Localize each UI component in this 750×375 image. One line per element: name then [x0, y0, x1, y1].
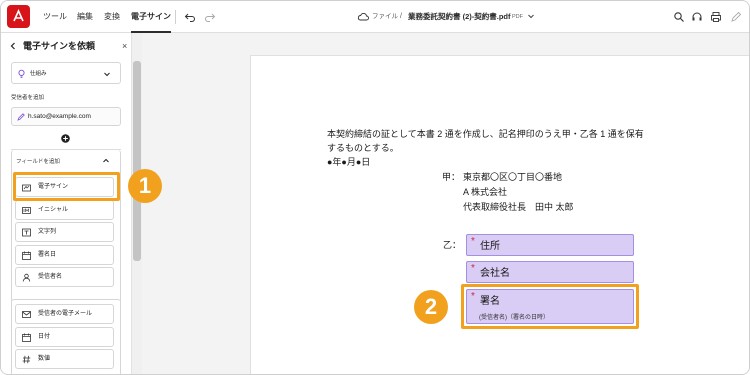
document-title[interactable]: 業務委託契約書 (2)-契約書.pdf [408, 1, 511, 33]
recipient-email: h.sato@example.com [28, 113, 91, 120]
field-sign-date[interactable]: 署名日 [15, 245, 114, 265]
field-recipient-email[interactable]: 受信者の電子メール [15, 304, 114, 324]
callout-badge-2: 2 [414, 290, 448, 324]
field-date[interactable]: 日付 [15, 327, 114, 347]
party-a-representative: 代表取締役社長 田中 太郎 [463, 202, 574, 212]
undo-icon[interactable] [184, 11, 196, 23]
menu-esign[interactable]: 電子サイン [131, 1, 171, 33]
lightbulb-icon [18, 69, 25, 78]
party-a-label: 甲： [442, 172, 461, 182]
cloud-icon [357, 13, 369, 21]
mail-icon [22, 311, 31, 318]
field-label: 住所 [480, 241, 500, 252]
tips-label: 仕組み [30, 71, 47, 77]
field-label: 数値 [38, 356, 51, 362]
calendar-icon [22, 251, 31, 260]
print-icon[interactable] [710, 11, 722, 23]
chevron-up-icon[interactable] [102, 157, 110, 165]
breadcrumb-separator: / [400, 13, 402, 20]
acrobat-logo-icon[interactable] [7, 5, 30, 28]
menu-convert[interactable]: 変換 [104, 1, 120, 33]
chevron-left-icon[interactable] [9, 42, 17, 50]
tips-dropdown[interactable]: 仕組み [11, 62, 121, 84]
field-label: イニシャル [38, 207, 69, 213]
required-mark: * [471, 263, 475, 274]
contract-text-line2: するものとする。 [327, 143, 399, 153]
field-label: 日付 [38, 334, 51, 340]
breadcrumb-files[interactable]: ファイル [372, 1, 398, 33]
search-icon[interactable] [673, 11, 685, 23]
initials-icon [22, 207, 31, 214]
recipients-label: 受信者を追加 [11, 95, 45, 101]
recipient-email-field[interactable]: h.sato@example.com [11, 107, 121, 126]
panel-title: 電子サインを依頼 [23, 41, 96, 51]
company-field[interactable]: * 会社名 [466, 261, 634, 283]
app-window: ツール 編集 変換 電子サイン ファイル / 業務委託契約書 (2)-契約書.p… [0, 0, 750, 375]
esign-panel: 電子サインを依頼 × 仕組み 受信者を追加 h.sato@example.com… [1, 33, 132, 374]
address-field[interactable]: * 住所 [466, 234, 634, 256]
text-field-icon [22, 228, 31, 237]
party-a-company: A 株式会社 [463, 187, 508, 197]
party-b-label: 乙： [443, 240, 462, 250]
hash-icon [22, 355, 31, 364]
chevron-down-icon[interactable] [527, 12, 535, 20]
callout-highlight-signature [461, 284, 639, 329]
field-label: 文字列 [38, 229, 57, 235]
add-recipient-icon[interactable] [61, 134, 70, 143]
field-label: 受信者の電子メール [38, 311, 93, 317]
party-a-address: 東京都〇区〇丁目〇番地 [463, 172, 563, 182]
field-label: 受信者名 [38, 274, 63, 280]
field-number[interactable]: 数値 [15, 349, 114, 369]
field-text[interactable]: 文字列 [15, 222, 114, 242]
required-mark: * [471, 236, 475, 247]
field-label: 会社名 [480, 268, 510, 279]
toolbar-divider [175, 10, 176, 24]
headset-icon[interactable] [691, 11, 703, 23]
pen-icon [17, 113, 25, 121]
pen-icon[interactable] [730, 11, 742, 23]
top-toolbar: ツール 編集 変換 電子サイン ファイル / 業務委託契約書 (2)-契約書.p… [1, 1, 749, 33]
callout-highlight-esign [13, 172, 120, 201]
menu-tools[interactable]: ツール [43, 1, 67, 33]
document-type-label: PDF [512, 14, 523, 20]
close-icon[interactable]: × [122, 39, 127, 53]
person-icon [22, 273, 31, 282]
contract-text-line1: 本契約締結の証として本書 2 通を作成し、記名押印のうえ甲・乙各 1 通を保有 [327, 129, 644, 139]
field-recipient-name[interactable]: 受信者名 [15, 267, 114, 287]
field-initials[interactable]: イニシャル [15, 200, 114, 220]
callout-badge-1: 1 [128, 169, 162, 203]
calendar-icon [22, 333, 31, 342]
redo-icon[interactable] [204, 11, 216, 23]
panel-scrollbar-thumb[interactable] [133, 61, 141, 261]
fields-section-label: フィールドを追加 [16, 159, 60, 165]
chevron-down-icon [104, 72, 110, 77]
contract-date: ●年●月●日 [327, 157, 371, 167]
menu-edit[interactable]: 編集 [77, 1, 93, 33]
field-label: 署名日 [38, 252, 57, 258]
